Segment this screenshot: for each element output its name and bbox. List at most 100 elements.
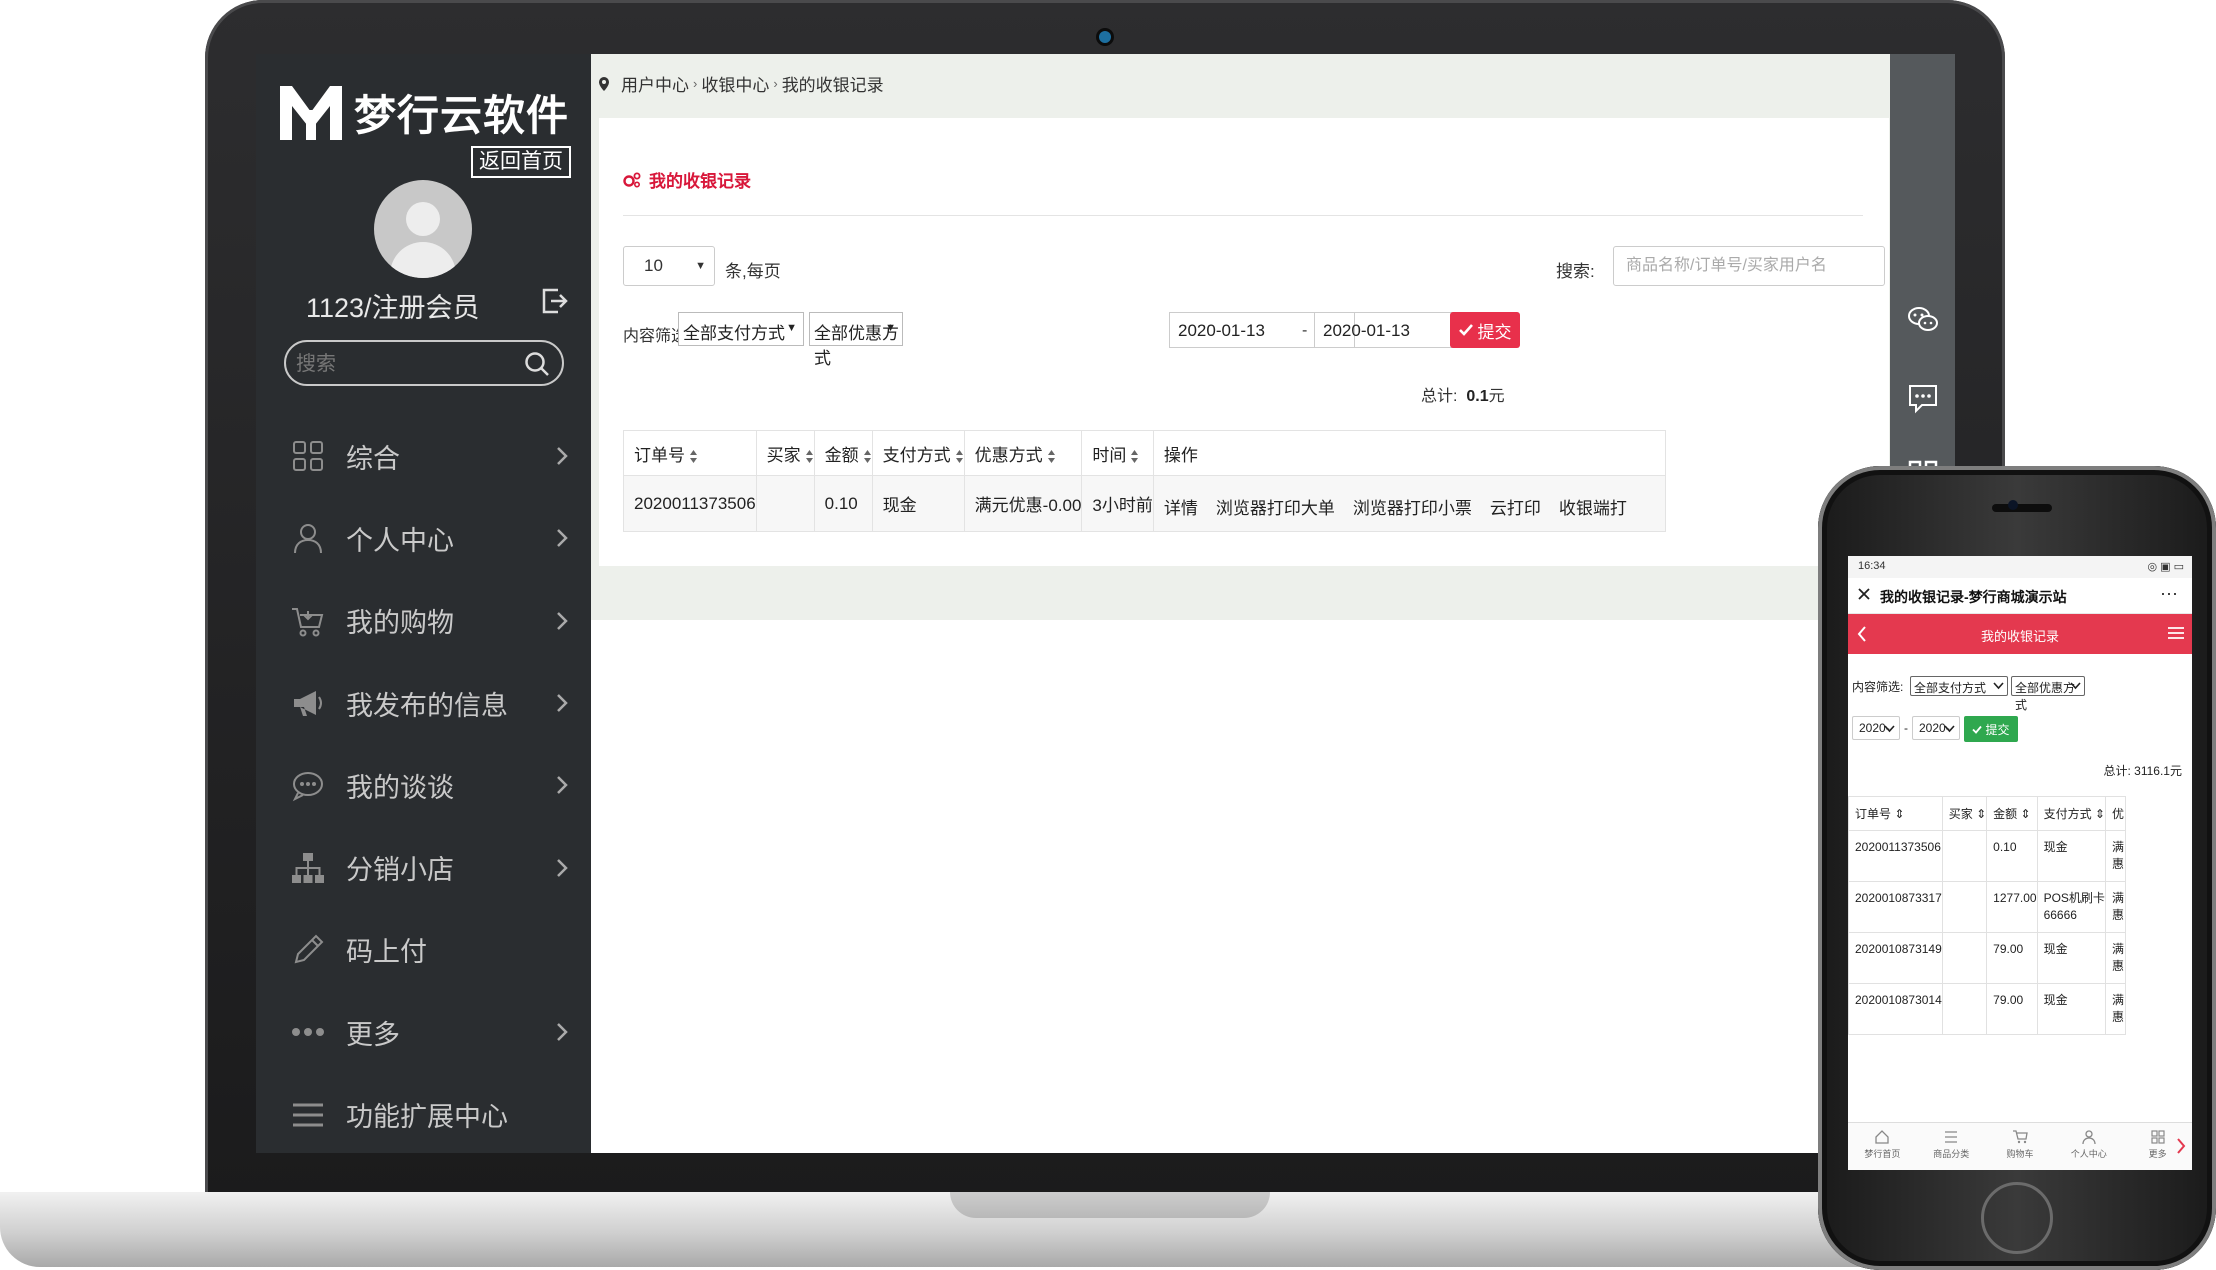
column-header-discount[interactable]: 优惠方式 xyxy=(963,430,1083,476)
user-icon xyxy=(294,524,322,554)
discount-method: 满惠 xyxy=(2104,830,2126,882)
sidebar-item-code-pay[interactable]: 码上付 xyxy=(256,909,591,991)
close-icon[interactable] xyxy=(1856,586,1872,602)
actions-cell: 详情 浏览器打印大单 浏览器打印小票 云打印 收银端打 xyxy=(1152,475,1666,532)
sidebar-search-input[interactable] xyxy=(296,350,506,378)
breadcrumb-item[interactable]: 收银中心 xyxy=(701,71,769,96)
chevron-down-icon xyxy=(1944,725,1955,733)
sidebar: 梦行云软件 返回首页 1123/注册会员 综合 个 xyxy=(256,54,591,1153)
back-home-link[interactable]: 返回首页 xyxy=(471,146,571,178)
search-icon[interactable] xyxy=(524,351,550,377)
amount: 0.10 xyxy=(1986,830,2038,882)
message-icon[interactable] xyxy=(1907,382,1939,414)
submit-button[interactable]: 提交 xyxy=(1450,312,1520,348)
status-bar: 16:34 ◎ ▣ ▭ xyxy=(1848,556,2192,578)
search-label: 搜索: xyxy=(1556,262,1595,281)
breadcrumb-item[interactable]: 用户中心 xyxy=(621,71,689,96)
chevron-down-icon xyxy=(1884,725,1895,733)
payment-method-select[interactable]: 全部支付方式 ▼ xyxy=(678,312,804,346)
mobile-header: 我的收银记录 xyxy=(1848,614,2192,654)
cashier-print-link[interactable]: 收银端打 xyxy=(1559,499,1627,518)
buyer xyxy=(1941,881,1988,933)
table-row: 2020010873014 79.00 现金 满惠 xyxy=(1848,983,2126,1035)
column-header-buyer[interactable]: 买家 xyxy=(755,430,815,476)
list-icon xyxy=(1945,1131,1958,1143)
status-icons: ◎ ▣ ▭ xyxy=(2147,561,2185,573)
username: 1123/注册会员 xyxy=(306,293,480,323)
details-link[interactable]: 详情 xyxy=(1164,499,1198,518)
chevron-right-icon xyxy=(557,858,568,877)
sidebar-item-overview[interactable]: 综合 xyxy=(256,415,591,497)
main-content: 用户中心 › 收银中心 › 我的收银记录 我的收银记录 10 ▼ 条,每页 搜索: xyxy=(591,54,1890,1153)
records-panel: 我的收银记录 10▼ 条,每页 搜索: 内容筛选: 全部支付方式▼ 全部优惠方式… xyxy=(599,118,1889,566)
avatar[interactable] xyxy=(374,180,472,278)
sidebar-item-published[interactable]: 我发布的信息 xyxy=(256,662,591,744)
mobile-payment-select[interactable]: 全部支付方式 xyxy=(1910,676,2008,696)
sidebar-item-shopping[interactable]: 我的购物 xyxy=(256,580,591,662)
mobile-column-header[interactable]: 支付方式 ⇕ xyxy=(2036,796,2106,831)
mobile-column-header[interactable]: 金额 ⇕ xyxy=(1986,796,2038,831)
mobile-discount-select[interactable]: 全部优惠方式 xyxy=(2011,676,2085,712)
mobile-date-from[interactable]: 2020- xyxy=(1852,716,1900,740)
mobile-date-to[interactable]: 2020- xyxy=(1912,716,1960,740)
sidebar-item-more[interactable]: 更多 xyxy=(256,991,591,1073)
hamburger-icon[interactable] xyxy=(2168,626,2184,640)
sidebar-item-label: 我发布的信息 xyxy=(346,690,508,721)
discount-method: 满惠 xyxy=(2104,932,2126,984)
hierarchy-icon xyxy=(292,852,324,883)
phone-home-button[interactable] xyxy=(1981,1182,2053,1254)
column-header-payment[interactable]: 支付方式 xyxy=(871,430,965,476)
payment-method: 现金 xyxy=(2036,932,2106,984)
sidebar-item-personal[interactable]: 个人中心 xyxy=(256,497,591,579)
sidebar-item-distribution[interactable]: 分销小店 xyxy=(256,826,591,908)
more-menu-icon[interactable]: ··· xyxy=(2160,583,2178,604)
table-row: 2020010873149 79.00 现金 满惠 xyxy=(1848,932,2126,984)
sidebar-item-label: 分销小店 xyxy=(346,855,454,886)
laptop-notch xyxy=(950,1192,1270,1218)
table-row: 2020011373506 0.10 现金 满元优惠-0.00 3小时前 详情浏… xyxy=(623,475,1666,532)
sort-icon xyxy=(690,449,697,463)
search-input[interactable] xyxy=(1614,247,1884,285)
dots-icon xyxy=(292,1028,324,1037)
amount: 0.10 xyxy=(813,475,873,532)
per-page-select[interactable]: 10 ▼ xyxy=(623,246,715,286)
mobile-header-title: 我的收银记录 xyxy=(1980,629,2059,644)
nav-home[interactable]: 梦行首页 xyxy=(1848,1123,1917,1170)
column-header-amount[interactable]: 金额 xyxy=(813,430,873,476)
print-large-link[interactable]: 浏览器打印大单 xyxy=(1216,499,1335,518)
sidebar-item-label: 我的谈谈 xyxy=(346,772,454,803)
print-receipt-link[interactable]: 浏览器打印小票 xyxy=(1353,499,1472,518)
buyer xyxy=(755,475,815,532)
search-field xyxy=(1613,246,1885,286)
sidebar-item-label: 综合 xyxy=(346,443,400,474)
nav-cart[interactable]: 购物车 xyxy=(1986,1123,2055,1170)
mobile-column-header[interactable]: 订单号 ⇕ xyxy=(1848,796,1943,831)
mobile-submit-button[interactable]: 提交 xyxy=(1964,716,2018,742)
nav-categories[interactable]: 商品分类 xyxy=(1917,1123,1986,1170)
nav-personal[interactable]: 个人中心 xyxy=(2054,1123,2123,1170)
check-icon xyxy=(1458,324,1473,336)
amount: 1277.00 xyxy=(1986,881,2038,933)
mobile-screen: 16:34 ◎ ▣ ▭ 我的收银记录-梦行商城演示站 ··· 我的收银记录 内容… xyxy=(1848,556,2192,1170)
payment-method: 现金 xyxy=(871,475,965,532)
sidebar-item-talks[interactable]: 我的谈谈 xyxy=(256,744,591,826)
cloud-print-link[interactable]: 云打印 xyxy=(1490,499,1541,518)
chevron-down-icon xyxy=(2070,682,2081,690)
discount-method-select[interactable]: 全部优惠方式 ▼ xyxy=(809,312,903,368)
logout-icon[interactable] xyxy=(539,286,569,316)
mobile-column-header[interactable]: 买家 ⇕ xyxy=(1941,796,1988,831)
user-icon xyxy=(2082,1130,2096,1145)
brand-logo[interactable]: 梦行云软件 xyxy=(276,80,576,144)
buyer xyxy=(1941,932,1988,984)
page-title: 我的收银记录 xyxy=(623,167,751,192)
wechat-icon[interactable] xyxy=(1907,304,1939,336)
sidebar-item-extensions[interactable]: 功能扩展中心 xyxy=(256,1073,591,1153)
sort-icon xyxy=(1131,449,1139,463)
grid-icon xyxy=(293,441,323,472)
column-header-order[interactable]: 订单号 xyxy=(623,430,757,476)
chevron-right-icon[interactable] xyxy=(2176,1137,2186,1155)
mobile-column-header[interactable]: 优 xyxy=(2104,796,2126,831)
order-number: 2020010873317 xyxy=(1848,881,1943,933)
divider xyxy=(623,215,1863,216)
column-header-time[interactable]: 时间 xyxy=(1081,430,1154,476)
